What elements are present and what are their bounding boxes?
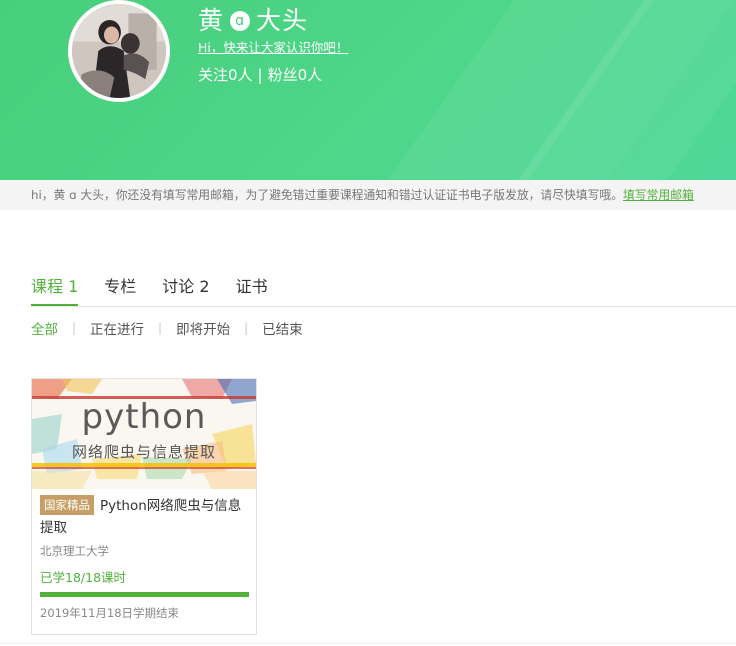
course-info: 国家精品 Python网络爬虫与信息提取 北京理工大学 已学18/18课时 201…: [32, 489, 256, 621]
username-mid-glyph: ɑ: [230, 11, 251, 31]
following-count[interactable]: 关注0人: [198, 66, 253, 84]
filter-all[interactable]: 全部: [31, 318, 58, 338]
filter-separator: |: [244, 321, 249, 335]
fans-count[interactable]: 粉丝0人: [268, 66, 323, 84]
page-divider: [0, 643, 736, 644]
tab-divider: [31, 306, 736, 307]
follow-stats: 关注0人 | 粉丝0人: [198, 64, 322, 85]
course-filters: 全部 | 正在进行 | 即将开始 | 已结束: [31, 318, 303, 338]
filter-separator: |: [158, 321, 163, 335]
tab-bar: 课程 1 专栏 讨论 2 证书: [31, 276, 294, 307]
intro-link[interactable]: Hi，快来让大家认识你吧！: [198, 37, 348, 56]
tab-columns[interactable]: 专栏: [104, 276, 136, 307]
course-progress-fill: [40, 592, 249, 597]
email-notice: hi，黄 ɑ 大头，你还没有填写常用邮箱，为了避免错过重要课程通知和错过认证证书…: [0, 180, 736, 210]
profile-banner: 黄 ɑ 大头 Hi，快来让大家认识你吧！ 关注0人 | 粉丝0人: [0, 0, 736, 180]
follow-separator: |: [257, 66, 263, 84]
course-progress-bar: [40, 592, 249, 597]
tab-certificates[interactable]: 证书: [236, 276, 268, 307]
avatar[interactable]: [68, 0, 170, 102]
filter-separator: |: [72, 321, 77, 335]
cover-title: python: [81, 397, 207, 437]
course-term-end: 2019年11月18日学期结束: [40, 606, 180, 620]
course-school[interactable]: 北京理工大学: [40, 543, 248, 559]
avatar-photo: [72, 4, 166, 98]
filter-upcoming[interactable]: 即将开始: [176, 318, 230, 338]
filter-in-progress[interactable]: 正在进行: [90, 318, 144, 338]
tab-discussions[interactable]: 讨论 2: [162, 276, 209, 307]
course-cover[interactable]: python 网络爬虫与信息提取: [32, 379, 256, 489]
tab-courses[interactable]: 课程 1: [31, 276, 79, 307]
national-quality-badge: 国家精品: [40, 495, 94, 515]
cover-subtitle: 网络爬虫与信息提取: [71, 443, 216, 461]
course-card[interactable]: python 网络爬虫与信息提取 国家精品 Python网络爬虫与信息提取 北京理…: [31, 378, 257, 635]
username-part1: 黄: [198, 6, 225, 35]
notice-text: hi，黄 ɑ 大头，你还没有填写常用邮箱，为了避免错过重要课程通知和错过认证证书…: [31, 188, 623, 202]
fill-email-link[interactable]: 填写常用邮箱: [623, 188, 694, 202]
username: 黄 ɑ 大头: [198, 1, 308, 37]
filter-ended[interactable]: 已结束: [262, 318, 303, 338]
username-part2: 大头: [256, 6, 309, 35]
course-title-row[interactable]: 国家精品 Python网络爬虫与信息提取: [40, 495, 248, 539]
course-progress-text: 已学18/18课时: [40, 570, 127, 585]
